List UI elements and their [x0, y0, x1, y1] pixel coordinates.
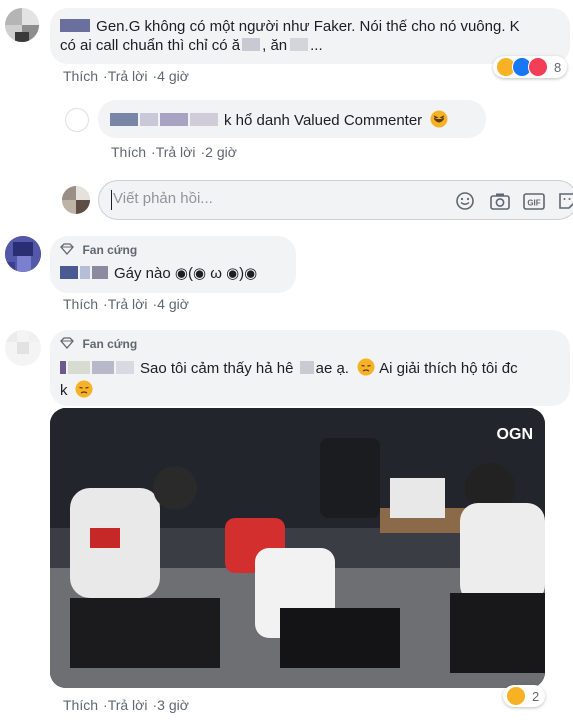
like-link[interactable]: Thích — [111, 144, 146, 160]
fan-badge: Fan cứng — [60, 241, 137, 259]
comment1-bubble: Gen.G không có một người như Faker. Nói … — [50, 8, 570, 64]
comment2-avatar[interactable] — [5, 236, 41, 272]
comment3-text: Sao tôi cảm thấy hả hê ae ạ. Ai giải thí… — [60, 358, 518, 378]
like-link[interactable]: Thích — [63, 697, 98, 713]
reply-link[interactable]: Trả lời — [108, 296, 148, 312]
comment1-reactions[interactable]: 8 — [493, 56, 568, 78]
love-emoji — [528, 57, 548, 77]
reply-box[interactable]: GIF — [98, 180, 573, 220]
timestamp[interactable]: 4 giờ — [157, 68, 189, 84]
comment1-text: Gen.G không có một người như Faker. Nói … — [60, 17, 520, 36]
sad-emoji — [75, 380, 93, 398]
esports-photo — [50, 408, 545, 688]
comment3-text-line2: k — [60, 380, 93, 400]
badge-label: Fan cứng — [82, 337, 138, 351]
comment3-reactions[interactable]: 2 — [503, 685, 546, 707]
reply1-bubble: k hổ danh Valued Commenter — [98, 100, 486, 138]
diamond-icon — [60, 337, 74, 349]
avatar-pixelated — [62, 186, 90, 214]
blurred-name[interactable] — [110, 113, 138, 126]
reaction-count: 8 — [554, 59, 562, 75]
reaction-count: 2 — [532, 688, 540, 704]
watermark: OGN — [496, 426, 533, 443]
blurred-word — [242, 38, 261, 51]
svg-text:GIF: GIF — [527, 199, 540, 208]
comment1-actions: Thích ·Trả lời ·4 giờ — [63, 68, 189, 84]
text-cursor — [111, 190, 112, 210]
sad-emoji — [357, 358, 375, 376]
comment3-image[interactable]: OGN — [50, 408, 545, 688]
comment2-bubble: Fan cứng Gáy nào ◉(◉ ω ◉)◉ — [50, 236, 296, 293]
reply1-avatar[interactable] — [65, 108, 89, 132]
camera-icon[interactable] — [489, 191, 511, 211]
comment1-avatar[interactable] — [5, 8, 39, 42]
reply-link[interactable]: Trả lời — [108, 68, 148, 84]
comment3-bubble: Fan cứng Sao tôi cảm thấy hả hê ae ạ. Ai… — [50, 330, 570, 406]
blurred-word — [290, 38, 309, 51]
like-link[interactable]: Thích — [63, 296, 98, 312]
reply-link[interactable]: Trả lời — [108, 697, 148, 713]
timestamp[interactable]: 2 giờ — [205, 144, 237, 160]
diamond-icon — [60, 243, 74, 255]
comment2-text: Gáy nào ◉(◉ ω ◉)◉ — [60, 264, 257, 283]
reply-input[interactable] — [113, 190, 433, 207]
haha-emoji — [506, 686, 526, 706]
blurred-name[interactable] — [60, 266, 78, 279]
fan-badge: Fan cứng — [60, 335, 137, 353]
gif-icon[interactable]: GIF — [523, 191, 545, 211]
smiley-icon[interactable] — [455, 191, 475, 211]
reply1-actions: Thích ·Trả lời ·2 giờ — [111, 144, 237, 160]
blurred-name[interactable] — [60, 19, 90, 32]
reply1-text: k hổ danh Valued Commenter — [110, 110, 448, 130]
comment2-actions: Thích ·Trả lời ·4 giờ — [63, 296, 189, 312]
avatar-pixelated — [5, 8, 39, 42]
avatar-pixelated — [5, 330, 41, 354]
timestamp[interactable]: 4 giờ — [157, 296, 189, 312]
comment1-text-line2: có ai call chuẩn thì chỉ có ă, ăn... — [60, 37, 323, 54]
haha-emoji — [430, 110, 448, 128]
current-user-avatar[interactable] — [62, 186, 90, 214]
comment3-actions: Thích ·Trả lời ·3 giờ — [63, 697, 189, 713]
blurred-name[interactable] — [60, 361, 66, 374]
avatar-pixelated — [5, 236, 41, 272]
reply-link[interactable]: Trả lời — [156, 144, 196, 160]
badge-label: Fan cứng — [82, 243, 138, 257]
timestamp[interactable]: 3 giờ — [157, 697, 189, 713]
like-link[interactable]: Thích — [63, 68, 98, 84]
comment3-avatar[interactable] — [5, 330, 41, 366]
sticker-icon[interactable] — [557, 191, 573, 211]
